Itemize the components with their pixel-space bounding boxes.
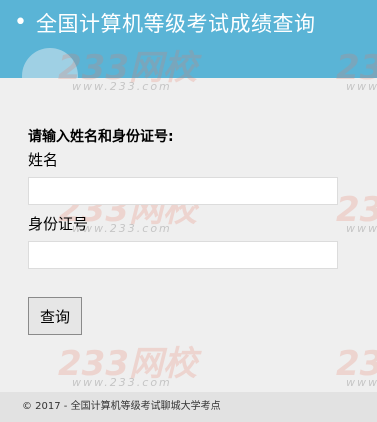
footer-copyright: © 2017 - 全国计算机等级考试聊城大学考点 [22,401,221,412]
name-input[interactable] [28,177,338,205]
header-bullet-icon: • [14,10,27,35]
watermark-brand: 233网校 [58,344,197,384]
name-label: 姓名 [28,151,59,169]
id-number-input[interactable] [28,241,338,269]
header-decoration-circle [22,48,78,78]
watermark-site: www.233.com [72,376,172,389]
id-number-label: 身份证号 [28,215,89,233]
watermark-brand: 233网校 [336,344,377,384]
watermark-site: www.233.com [346,376,377,389]
page-title: 全国计算机等级考试成绩查询 [36,12,316,36]
watermark-site: www.233.com [346,222,377,235]
watermark-site: www.233.com [346,80,377,93]
watermark-brand: 233网校 [336,190,377,230]
page-header: • 全国计算机等级考试成绩查询 [0,0,377,78]
form-heading: 请输入姓名和身份证号: [28,129,174,145]
query-button[interactable]: 查询 [28,297,82,335]
page-footer: © 2017 - 全国计算机等级考试聊城大学考点 [0,392,377,422]
watermark-site: www.233.com [72,80,172,93]
